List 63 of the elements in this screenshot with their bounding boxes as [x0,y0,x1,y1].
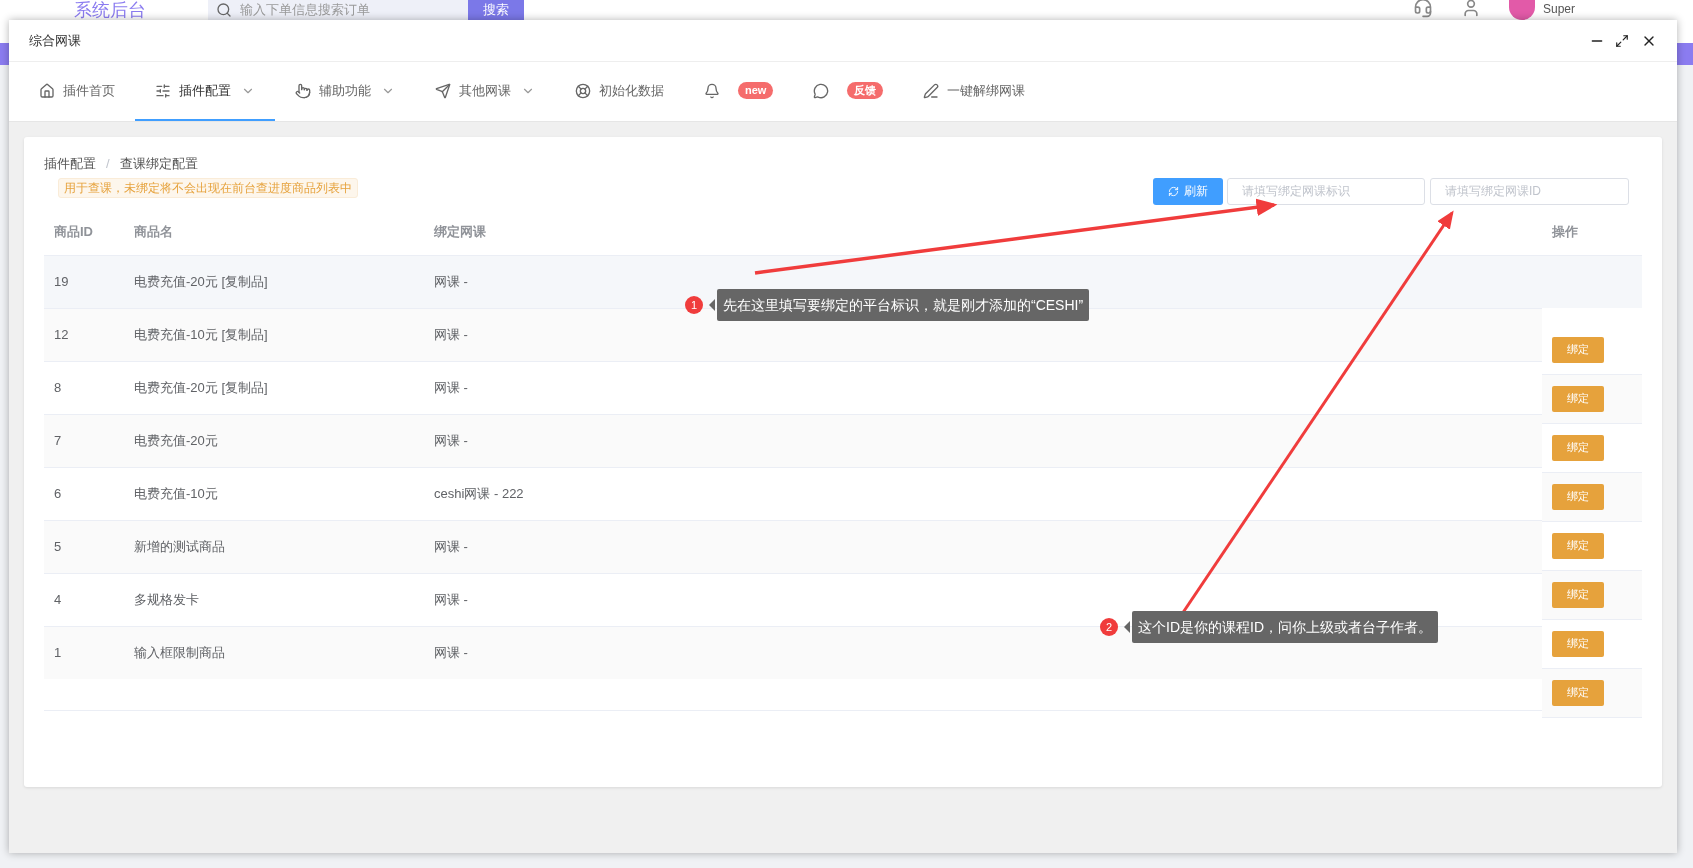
nav-tab[interactable]: 插件配置 [135,62,275,121]
table-cell-text: 网课 - [433,431,468,450]
pointer-hand-icon [295,82,311,99]
table-cell-text: 5 [53,537,63,556]
course-id-input-field[interactable]: 请填写绑定网课ID [1430,177,1629,205]
search-button[interactable]: 搜索 [468,0,524,20]
platform-input-field[interactable]: 请填写绑定网课标识 [1227,177,1425,205]
table-cell-text: 12 [53,325,70,344]
table-cell-text: 电费充值-20元 [复制品] [133,378,269,397]
table-cell-text: 1 [53,643,63,662]
breadcrumb-item[interactable]: 插件配置 [44,154,96,174]
home-icon [39,82,55,99]
table-cell-text: 8 [53,378,63,397]
table-row[interactable]: 7 电费充值-20元 网课 - [44,413,1542,467]
maximize-icon[interactable] [1615,33,1629,48]
window-title: 综合网课 [29,31,81,50]
table-cell-text: 多规格发卡 [133,590,200,609]
nav-tab[interactable]: 初始化数据 [555,62,684,121]
column-header: 商品ID [53,223,94,242]
send-icon [435,82,451,99]
table-cell-text: 网课 - [433,325,468,344]
sliders-icon [155,82,171,99]
breadcrumb-item: 查课绑定配置 [119,155,198,173]
chat-bubble-icon [813,82,830,99]
nav-tab[interactable]: 其他网课 [415,62,555,121]
table-cell-text: 电费充值-20元 [复制品] [133,272,269,291]
callout-note: 先在这里填写要绑定的平台标识，就是刚才添加的“CESHI” [717,289,1090,321]
callout-note: 这个ID是你的课程ID，问你上级或者台子作者。 [1132,611,1438,643]
nav-tab[interactable]: 一键解绑网课 [903,62,1046,121]
pen-icon [923,82,940,99]
column-header: 商品名 [133,223,174,242]
refresh-icon [1168,185,1179,197]
table-cell-text: 电费充值-10元 [复制品] [133,325,269,344]
headset-icon[interactable] [1412,0,1433,18]
lifebuoy-icon [575,82,591,99]
table-cell-text: 19 [53,272,70,291]
table-row[interactable]: 5 新增的测试商品 网课 - [44,519,1542,573]
tab-badge: 反馈 [847,82,884,99]
table-cell-text: ceshi网课 - 222 [433,484,524,503]
bell-icon [704,82,720,99]
tab-badge: new [738,82,774,99]
nav-tab[interactable]: 辅助功能 [275,62,415,121]
search-icon [216,2,232,18]
table-cell-text: 输入框限制商品 [133,643,226,662]
table-cell-text: 网课 - [433,537,468,556]
nav-tab[interactable]: 插件首页 [19,62,135,121]
table-cell-text: 7 [53,431,63,450]
table-cell-text: 网课 - [433,378,468,397]
table-cell-text: 6 [53,484,63,503]
table-cell-text: 电费充值-20元 [133,431,219,450]
table-cell-text: 网课 - [433,272,468,291]
table-cell-text: 新增的测试商品 [133,537,226,556]
table-cell-text: 网课 - [433,590,468,609]
table-cell-text: 4 [53,590,63,609]
column-header: 操作 [1552,223,1578,242]
logo-text: 系统后台 [74,0,146,20]
table-cell-text: 电费充值-10元 [133,484,219,503]
search-placeholder: 输入下单信息搜索订单 [240,1,370,20]
table-cell-text: 网课 - [433,643,468,662]
notice-tag: 用于查课，未绑定将不会出现在前台查进度商品列表中 [58,177,358,198]
column-header: 绑定网课 [433,223,486,242]
breadcrumb-separator: / [106,155,110,173]
user-name: Super [1542,1,1575,18]
